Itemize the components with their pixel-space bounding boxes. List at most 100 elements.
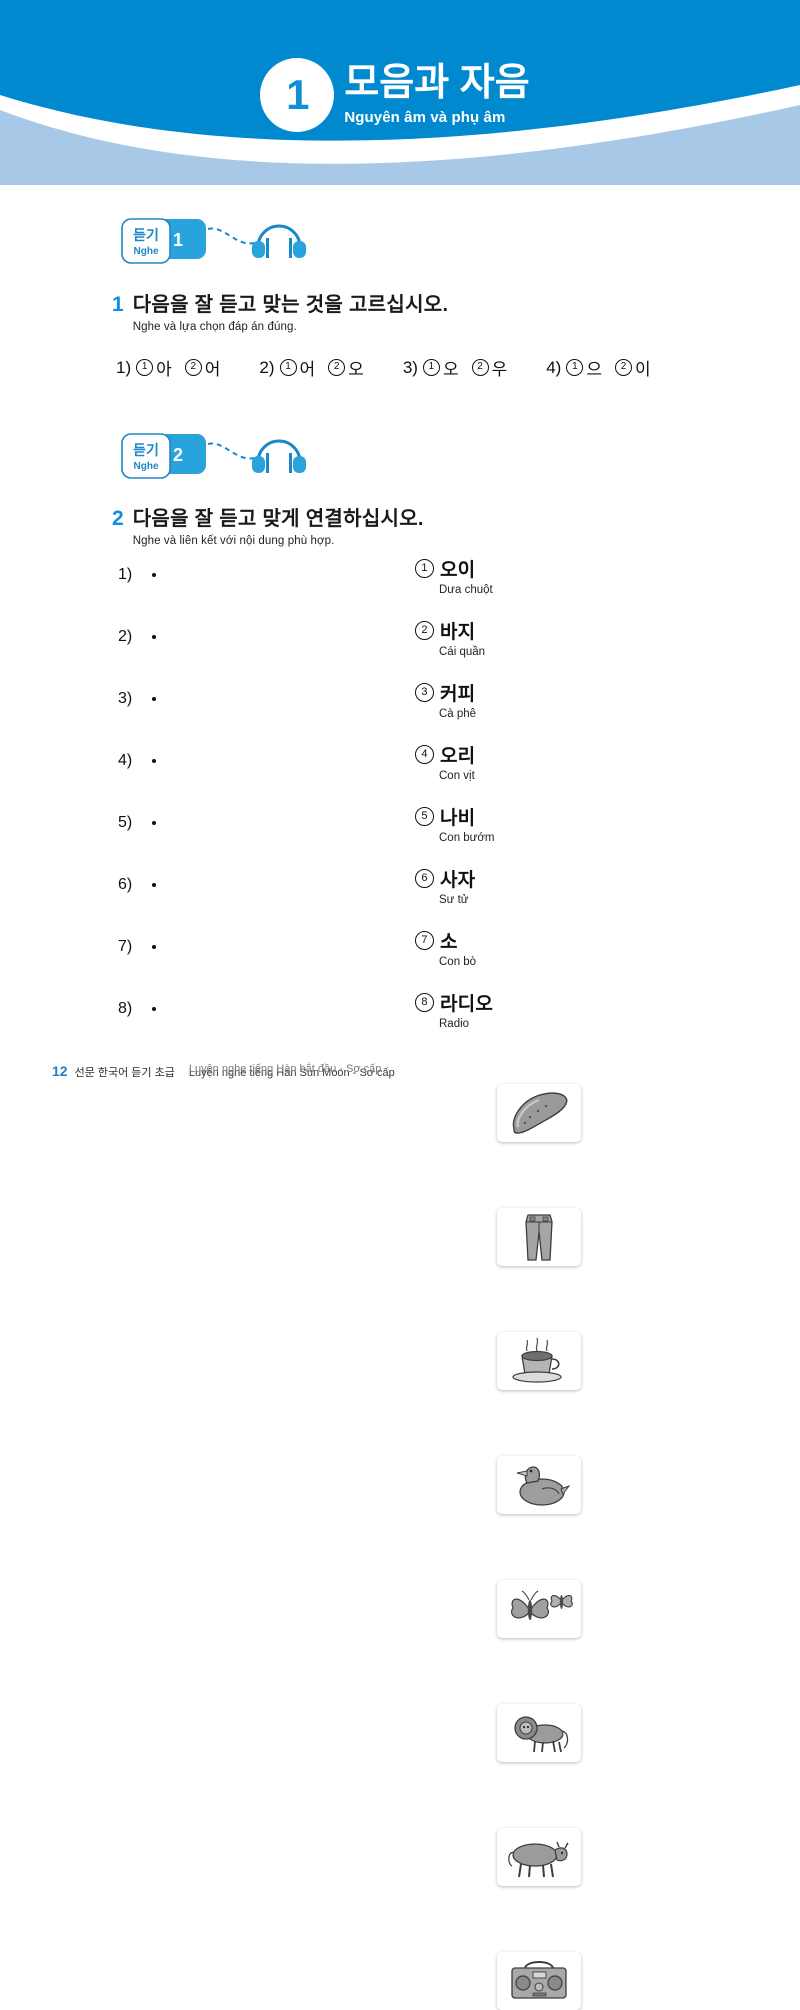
- match-right-1-word-vi: Dưa chuột: [439, 583, 493, 596]
- match-left-2-label: 2): [118, 628, 133, 645]
- match-left-2[interactable]: 2): [118, 628, 156, 646]
- question-1-number: 1: [112, 293, 124, 316]
- option-2-2-word: 오: [348, 360, 364, 379]
- match-right-2[interactable]: 2 바지 Cái quần: [415, 617, 485, 658]
- match-row: 3) 3 커피 Cà phê: [0, 669, 800, 1390]
- pants-image: [497, 1208, 581, 1266]
- option-2-1-word: 어: [299, 360, 316, 379]
- headphones-icon: [252, 439, 306, 473]
- match-left-8[interactable]: 8): [118, 1000, 156, 1018]
- match-left-1[interactable]: 1): [118, 566, 156, 584]
- match-right-3-word-vi: Cà phê: [439, 707, 477, 720]
- option-group-2-label: 2): [259, 357, 275, 377]
- badge-track-number: 2: [173, 445, 183, 465]
- circled-number-icon: 7: [415, 930, 434, 950]
- match-right-8[interactable]: 8 라디오 Radio: [415, 989, 493, 1030]
- match-dot-icon[interactable]: [152, 1007, 156, 1011]
- match-right-4-word-ko: 오리: [440, 745, 476, 767]
- circled-number-icon: 2: [328, 359, 346, 376]
- badge-dashed-connector: [207, 227, 255, 245]
- match-dot-icon[interactable]: [152, 573, 156, 577]
- badge-label-vi: Nghe: [134, 461, 159, 472]
- option-1-2[interactable]: 2 어: [184, 355, 220, 380]
- option-2-2[interactable]: 2 오: [328, 355, 364, 380]
- coffee-cup-image: [497, 1332, 581, 1390]
- circled-number-icon: 2: [184, 359, 202, 376]
- match-row: 2) 2 바지 Cái quần: [0, 607, 800, 1266]
- circled-number-icon: 5: [415, 806, 434, 826]
- match-right-5-word-ko: 나비: [440, 807, 476, 829]
- match-dot-icon[interactable]: [152, 635, 156, 639]
- match-right-2-word-ko: 바지: [440, 621, 476, 643]
- match-left-5[interactable]: 5): [118, 814, 156, 832]
- option-4-2-word: 이: [634, 360, 651, 379]
- option-group-4[interactable]: 4) 1 으 2 이: [546, 355, 663, 380]
- match-left-1-label: 1): [118, 566, 133, 583]
- match-row: 5) 5 나비 Con bướm: [0, 793, 800, 1638]
- lion-image: [497, 1704, 581, 1762]
- question-2-block: 2 다음을 잘 듣고 맞게 연결하십시오. Nghe và liên kết v…: [112, 508, 424, 547]
- book-title-korean: 선문 한국어 듣기 초급: [74, 1067, 175, 1079]
- badge-label-ko: 듣기: [133, 442, 159, 458]
- circled-number-icon: 1: [279, 359, 297, 376]
- match-right-1[interactable]: 1 오이 Dưa chuột: [415, 555, 493, 596]
- chapter-title-korean: 모음과 자음: [344, 62, 530, 105]
- match-right-7-word-ko: 소: [440, 931, 458, 953]
- match-right-5-word-vi: Con bướm: [439, 831, 495, 844]
- question-2-text-korean: 다음을 잘 듣고 맞게 연결하십시오.: [132, 508, 424, 530]
- question-1-text-vietnamese: Nghe và lựa chọn đáp án đúng.: [132, 321, 297, 333]
- match-left-4[interactable]: 4): [118, 752, 156, 770]
- match-right-3[interactable]: 3 커피 Cà phê: [415, 679, 476, 720]
- option-3-2-word: 우: [491, 360, 508, 379]
- circled-number-icon: 8: [415, 992, 434, 1012]
- match-right-6[interactable]: 6 사자 Sư tử: [415, 865, 475, 906]
- match-right-8-word-vi: Radio: [439, 1017, 470, 1030]
- match-left-6-label: 6): [118, 876, 133, 893]
- badge-label-vi: Nghe: [134, 246, 159, 257]
- circled-number-icon: 2: [471, 359, 489, 376]
- circled-number-icon: 2: [614, 359, 632, 376]
- option-1-1[interactable]: 1 아: [136, 355, 172, 380]
- option-group-1-label: 1): [116, 357, 132, 377]
- match-left-3[interactable]: 3): [118, 690, 156, 708]
- circled-number-icon: 3: [415, 682, 434, 702]
- listening-badge-2: 2 듣기 Nghe: [112, 428, 312, 488]
- match-row: 1) 1 오이 Dưa chuột: [0, 545, 800, 1142]
- option-2-1[interactable]: 1 어: [279, 355, 316, 380]
- match-right-3-word-ko: 커피: [440, 683, 476, 705]
- option-group-2[interactable]: 2) 1 어 2 오: [259, 355, 376, 380]
- listening-badge-1: 1 듣기 Nghe: [112, 213, 312, 273]
- match-right-2-word-vi: Cái quần: [439, 645, 486, 658]
- badge-track-number: 1: [173, 230, 183, 250]
- match-dot-icon[interactable]: [152, 821, 156, 825]
- match-right-7[interactable]: 7 소 Con bò: [415, 927, 476, 968]
- headphones-icon: [252, 224, 306, 258]
- butterfly-image: [497, 1580, 581, 1638]
- option-group-3[interactable]: 3) 1 오 2 우: [403, 355, 520, 380]
- cucumber-image: [497, 1084, 581, 1142]
- match-right-1-word-ko: 오이: [440, 559, 476, 581]
- match-dot-icon[interactable]: [152, 945, 156, 949]
- option-3-1-word: 오: [442, 360, 459, 379]
- match-right-8-word-ko: 라디오: [440, 993, 494, 1015]
- option-group-1[interactable]: 1) 1 아 2 어: [116, 355, 233, 380]
- match-right-4[interactable]: 4 오리 Con vịt: [415, 741, 475, 782]
- match-left-6[interactable]: 6): [118, 876, 156, 894]
- circled-number-icon: 4: [415, 744, 434, 764]
- circled-number-icon: 1: [422, 359, 440, 376]
- radio-image: [497, 1952, 581, 2010]
- chapter-subtitle-vietnamese: Nguyên âm và phụ âm: [344, 108, 506, 126]
- match-right-5[interactable]: 5 나비 Con bướm: [415, 803, 495, 844]
- option-group-4-label: 4): [546, 357, 562, 377]
- page-footer: 12 선문 한국어 듣기 초급 Luyện nghe tiếng Hàn Sun…: [52, 1063, 395, 1081]
- match-dot-icon[interactable]: [152, 697, 156, 701]
- option-4-1[interactable]: 1 으: [566, 355, 602, 380]
- chapter-heading: 1 모음과 자음 Nguyên âm và phụ âm: [260, 58, 530, 132]
- match-left-7[interactable]: 7): [118, 938, 156, 956]
- option-3-2[interactable]: 2 우: [471, 355, 508, 380]
- book-title-vietnamese-overlay: Luyện nghe tiếng Hàn bắt đầu - Sơ cấp: [188, 1063, 382, 1075]
- option-4-2[interactable]: 2 이: [614, 355, 651, 380]
- match-dot-icon[interactable]: [152, 759, 156, 763]
- match-dot-icon[interactable]: [152, 883, 156, 887]
- option-3-1[interactable]: 1 오: [422, 355, 459, 380]
